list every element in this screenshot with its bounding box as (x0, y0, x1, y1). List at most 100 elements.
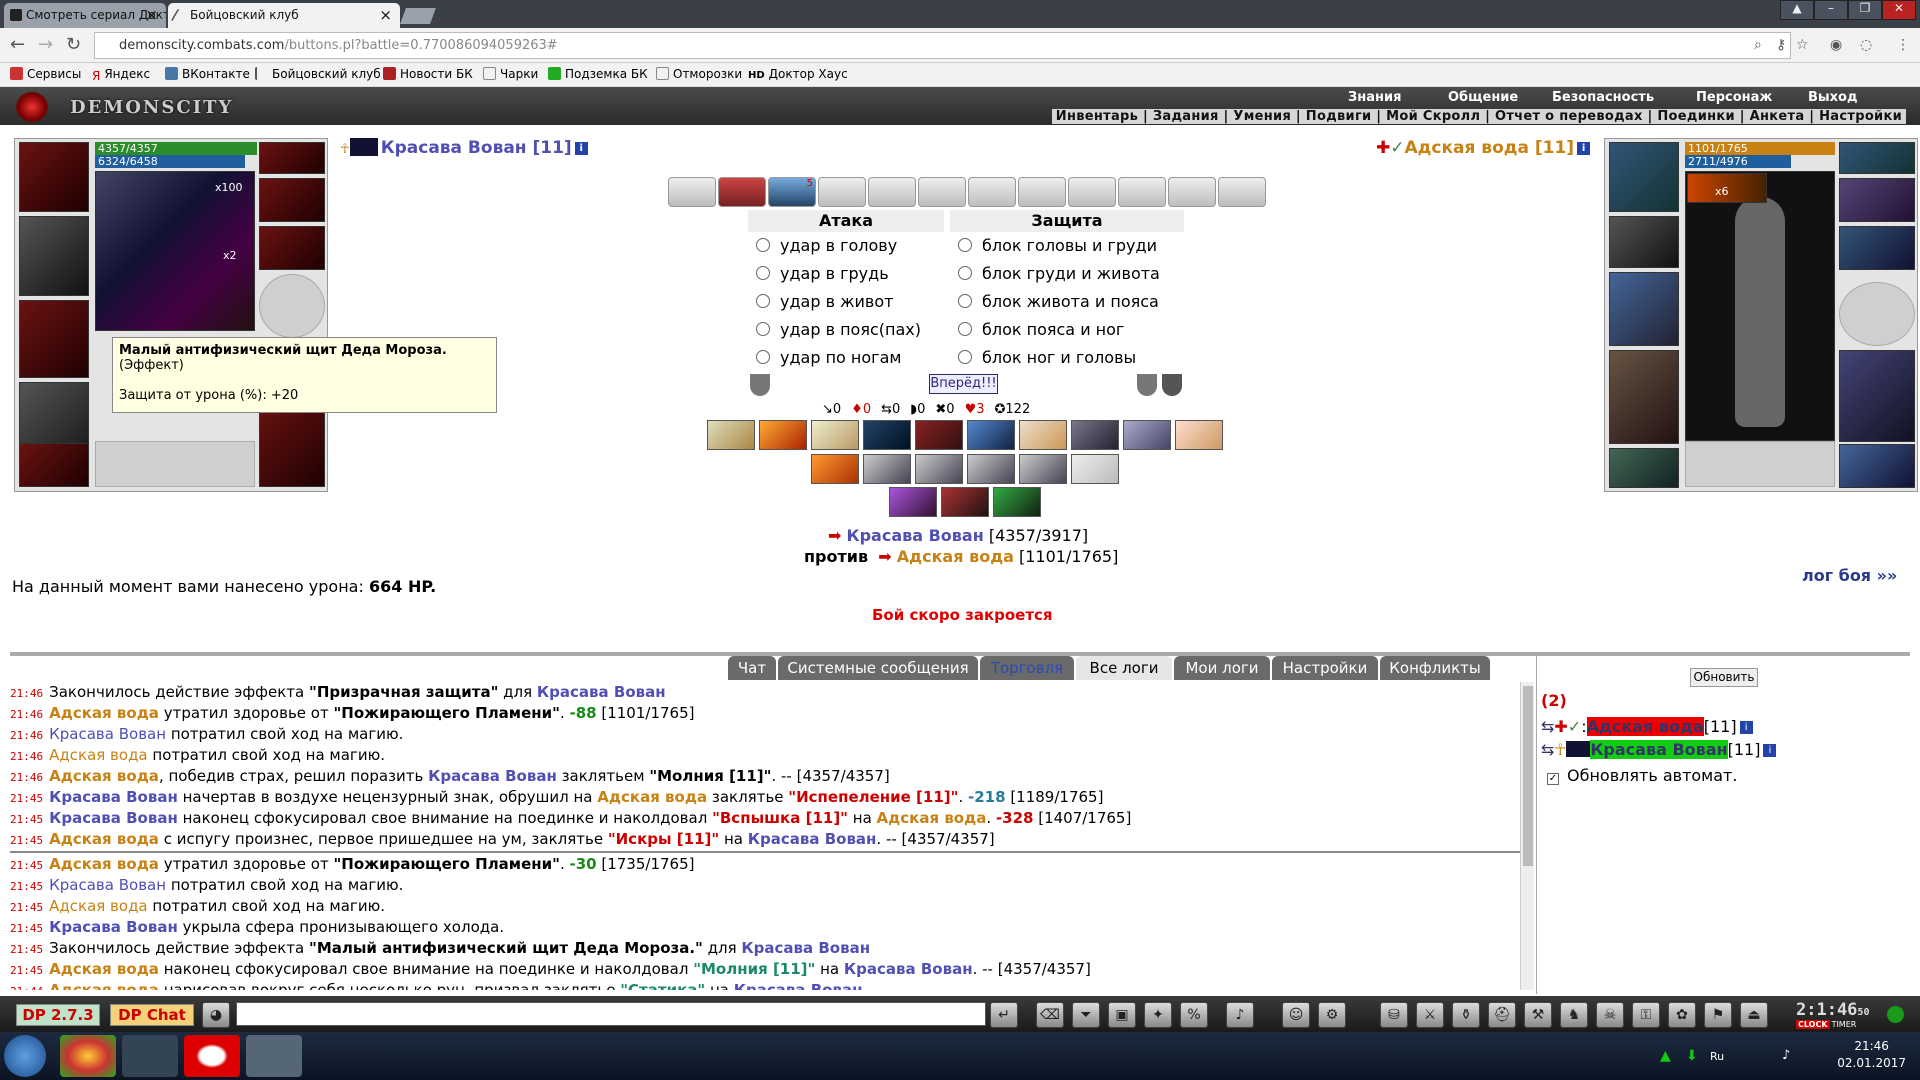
bookmark-item[interactable]: Сервисы (10, 67, 81, 81)
browser-tab-active[interactable]: Бойцовский клуб × (168, 3, 400, 28)
tab-trade[interactable]: Торговля (980, 656, 1074, 680)
axe-icon[interactable]: ⚒ (1524, 1002, 1552, 1028)
tray-download-icon[interactable]: ⬇ (1686, 1048, 1698, 1064)
empty-slots[interactable] (1685, 441, 1835, 487)
tab-conflicts[interactable]: Конфликты (1380, 656, 1490, 680)
close-tab-icon[interactable]: × (145, 6, 158, 24)
bookmark-item[interactable]: Подземка БК (548, 67, 648, 81)
filter-icon[interactable]: ⏷ (1072, 1002, 1100, 1028)
scroll-slot[interactable] (968, 177, 1016, 207)
empty-slots[interactable] (95, 441, 255, 487)
effect-icon[interactable] (811, 420, 859, 450)
key-icon[interactable]: ⚷ (1776, 37, 1786, 53)
helmet-slot[interactable] (19, 142, 89, 212)
bookmark-item[interactable]: HD Доктор Хаус (748, 67, 848, 81)
tab-my-logs[interactable]: Мои логи (1174, 656, 1270, 680)
reload-icon[interactable]: ↻ (66, 34, 81, 55)
back-icon[interactable]: ← (10, 34, 25, 55)
scroll-slot-ice[interactable]: 5 (768, 177, 816, 207)
bookmark-item[interactable]: Отморозки (656, 67, 742, 81)
log-player-name[interactable]: Адская вода (49, 746, 148, 764)
dp-version-button[interactable]: DP 2.7.3 (16, 1004, 100, 1026)
save-icon[interactable]: ▣ (1108, 1002, 1136, 1028)
log-player-name[interactable]: Красава Вован (49, 809, 178, 827)
send-icon[interactable]: ↵ (990, 1002, 1018, 1028)
log-player-name[interactable]: Адская вода (877, 809, 987, 827)
fighter-icon[interactable]: ✦ (1144, 1002, 1172, 1028)
bookmark-star-icon[interactable]: ☆ (1796, 37, 1809, 53)
restore-button[interactable]: ❐ (1848, 0, 1882, 20)
close-tab-icon[interactable]: × (379, 6, 392, 24)
log-scrollbar[interactable] (1520, 682, 1534, 990)
opera-taskbar-icon[interactable] (184, 1035, 240, 1077)
log-player-name[interactable]: Адская вода (49, 855, 159, 873)
log-player-name[interactable]: Адская вода (49, 897, 148, 915)
log-player-name[interactable]: Красава Вован (49, 876, 166, 894)
attack-option-belly[interactable]: удар в живот (748, 288, 944, 316)
auto-update-checkbox[interactable]: ✓ Обновлять автомат. (1547, 766, 1737, 785)
zoom-icon[interactable]: ⌕ (1754, 37, 1762, 53)
smiley-bag-icon[interactable]: ◕ (202, 1002, 230, 1028)
tray-lang[interactable]: Ru (1710, 1050, 1724, 1063)
shield-slot-empty[interactable] (259, 274, 325, 338)
scroll-slot[interactable] (918, 177, 966, 207)
bookmark-item[interactable]: Я Яндекс (92, 67, 150, 83)
attack-option-groin[interactable]: удар в пояс(пах) (748, 316, 944, 344)
gloves-slot[interactable] (1839, 226, 1915, 270)
bookmark-item[interactable]: Чарки (483, 67, 538, 81)
close-window-button[interactable]: ✕ (1882, 0, 1916, 20)
update-button[interactable]: Обновить (1690, 668, 1758, 687)
bag-icon[interactable]: ⛁ (1380, 1002, 1408, 1028)
tray-network-icon[interactable]: ▲ (1660, 1048, 1671, 1064)
forward-attack-button[interactable]: Вперёд!!! (929, 374, 998, 394)
user-icon[interactable]: ▲ (1780, 0, 1814, 20)
log-player-name[interactable]: Адская вода (49, 704, 159, 722)
boots-slot[interactable] (259, 401, 325, 487)
dp-chat-button[interactable]: DP Chat (110, 1004, 194, 1026)
log-player-name[interactable]: Красава Вован (741, 939, 870, 957)
exit-icon[interactable]: ⏏ (1740, 1002, 1768, 1028)
gift-icon[interactable]: ✿ (1668, 1002, 1696, 1028)
knight-icon[interactable]: ♞ (1560, 1002, 1588, 1028)
effect-icon[interactable] (993, 487, 1041, 517)
earring-slot[interactable] (1839, 142, 1915, 174)
minimize-button[interactable]: – (1814, 0, 1848, 20)
smile-icon[interactable]: ☺ (1282, 1002, 1310, 1028)
effect-icon[interactable] (915, 454, 963, 484)
system-clock[interactable]: 21:46 02.01.2017 (1837, 1038, 1906, 1072)
armor-slot[interactable] (1609, 350, 1679, 444)
log-player-name[interactable]: Адская вода (49, 767, 159, 785)
tool-taskbar-icon[interactable] (122, 1035, 178, 1077)
effect-icon[interactable] (1019, 420, 1067, 450)
effect-icon[interactable] (811, 454, 859, 484)
bookmark-item[interactable]: Бойцовский клуб (255, 67, 381, 81)
amulet-slot[interactable] (1609, 216, 1679, 268)
percent-icon[interactable]: % (1180, 1002, 1208, 1028)
scroll-slot[interactable] (818, 177, 866, 207)
bookmark-item[interactable]: Новости БК (383, 67, 473, 81)
extension-icon[interactable]: ◉ (1830, 37, 1842, 53)
weapon-slot[interactable] (1609, 272, 1679, 346)
menu-exit[interactable]: Выход (1808, 90, 1857, 105)
tab-all-logs[interactable]: Все логи (1076, 656, 1172, 680)
chrome-taskbar-icon[interactable] (60, 1035, 116, 1077)
attack-option-head[interactable]: удар в голову (748, 232, 944, 260)
log-player-name[interactable]: Красава Вован (537, 683, 666, 701)
player-name[interactable]: ☥ Красава Вован [11] i (340, 138, 588, 158)
mask-icon[interactable]: ☠ (1596, 1002, 1624, 1028)
scroll-slot[interactable] (1218, 177, 1266, 207)
battle-log-link[interactable]: лог боя »» (1802, 566, 1897, 585)
helmet-icon[interactable]: ⛑ (1488, 1002, 1516, 1028)
effect-icon[interactable] (967, 454, 1015, 484)
attack-option-legs[interactable]: удар по ногам (748, 344, 944, 372)
effect-icon[interactable] (889, 487, 937, 517)
log-player-name[interactable]: Красава Вован (748, 830, 877, 848)
log-player-name[interactable]: Адская вода (49, 960, 159, 978)
tab-system-messages[interactable]: Системные сообщения (778, 656, 978, 680)
attack-option-chest[interactable]: удар в грудь (748, 260, 944, 288)
defense-option-5[interactable]: блок ног и головы (950, 344, 1184, 372)
effect-icon[interactable] (1175, 420, 1223, 450)
scroll-slot[interactable] (668, 177, 716, 207)
participant-enemy[interactable]: ⇆✚✓:Адская вода[11] i (1541, 717, 1753, 736)
defense-option-4[interactable]: блок пояса и ног (950, 316, 1184, 344)
